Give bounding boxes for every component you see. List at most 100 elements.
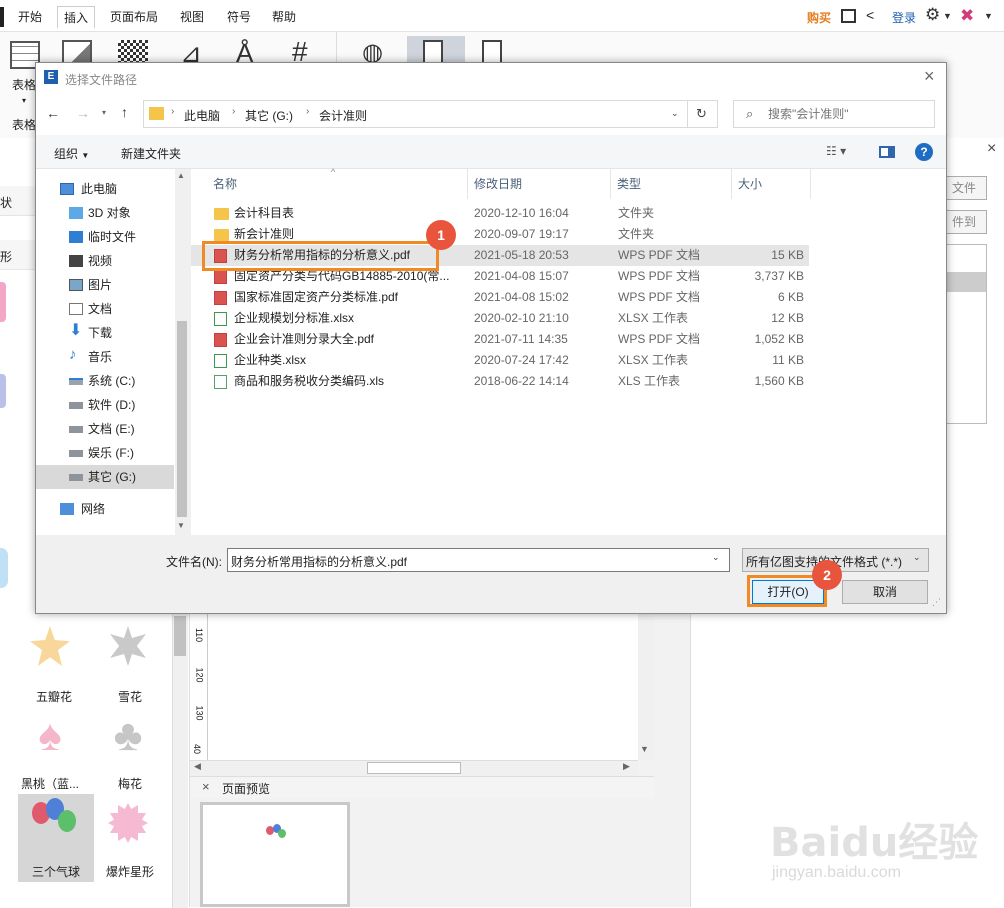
tree-item-temp-files[interactable]: 临时文件 [36,225,174,249]
shape-pink-partial[interactable] [0,282,6,322]
tree-item-drive-g[interactable]: 其它 (G:) [36,465,174,489]
tree-item-videos[interactable]: 视频 [36,249,174,273]
buy-link[interactable]: 购买 [807,9,831,26]
preview-pane-icon[interactable] [879,146,895,158]
right-panel-to-button[interactable]: 件到 [941,210,987,234]
share-icon[interactable]: < [866,7,874,23]
filename-input[interactable]: 财务分析常用指标的分析意义.pdf ⌄ [227,548,730,572]
tree-scroll-thumb[interactable] [177,321,187,517]
close-icon[interactable]: × [924,66,935,87]
scroll-down-icon[interactable]: ▼ [640,744,649,754]
filename-dropdown-icon[interactable]: ⌄ [712,552,720,563]
address-bar[interactable]: › 此电脑 › 其它 (G:) › 会计准则 ⌄ [143,100,688,128]
resize-grip-icon[interactable]: ⋰ [932,597,941,608]
tab-view[interactable]: 视图 [174,6,210,28]
shape-panel-scroll-thumb[interactable] [174,616,186,656]
file-row[interactable]: 企业规模划分标准.xlsx 2020-02-10 21:10 XLSX 工作表 12 … [191,308,809,329]
chevron-down-icon[interactable]: ▼ [943,11,952,21]
shape-blue-partial[interactable] [0,374,6,408]
tree-item-documents[interactable]: 文档 [36,297,174,321]
tree-item-music[interactable]: ♪ 音乐 [36,345,174,369]
right-panel-list-selected[interactable] [942,272,986,292]
column-header-size[interactable]: 大小 [732,169,811,199]
tree-label: 系统 (C:) [88,374,136,388]
tree-item-drive-e[interactable]: 文档 (E:) [36,417,174,441]
breadcrumb-current-folder[interactable]: 会计准则 [319,107,367,124]
tree-item-network[interactable]: 网络 [36,497,174,521]
refresh-button[interactable]: ↻ [688,100,718,128]
share-box-icon[interactable] [841,9,856,23]
canvas-vscroll[interactable] [638,614,654,760]
scroll-right-icon[interactable]: ▶ [623,761,630,772]
scroll-left-icon[interactable]: ◀ [194,761,201,772]
shape-label-five-petal: 五瓣花 [35,690,72,704]
file-row[interactable]: 国家标准固定资产分类标准.pdf 2021-04-08 15:02 WPS PDF … [191,287,809,308]
file-row[interactable]: 会计科目表 2020-12-10 16:04 文件夹 [191,203,809,224]
app-menu-handle[interactable] [0,7,4,27]
open-file-dialog: E 选择文件路径 × ← → ▾ ↑ › 此电脑 › 其它 (G:) › 会计准… [35,62,947,614]
tab-page-layout[interactable]: 页面布局 [104,6,164,28]
navigation-bar: ← → ▾ ↑ › 此电脑 › 其它 (G:) › 会计准则 ⌄ ↻ ⌕ [36,93,946,135]
close-icon-preview[interactable]: × [202,779,210,794]
table-dropdown-icon[interactable]: ▾ [22,96,26,105]
file-name: 国家标准固定资产分类标准.pdf [234,290,399,304]
drive-icon [69,474,83,481]
view-options-icon[interactable]: ☷ ▾ [826,144,846,158]
recent-chevron-icon[interactable]: ▾ [102,108,106,117]
dialog-titlebar[interactable]: E 选择文件路径 × [36,63,946,93]
five-petal-flower-shape[interactable] [30,626,70,666]
xlsx-file-icon [214,354,227,368]
tree-item-drive-c[interactable]: 系统 (C:) [36,369,174,393]
tree-scroll-down-icon[interactable]: ▼ [177,521,185,530]
file-row[interactable]: 商品和服务税收分类编码.xls 2018-06-22 14:14 XLS 工作表 1,… [191,371,809,392]
tree-item-drive-d[interactable]: 软件 (D:) [36,393,174,417]
column-header-date[interactable]: 修改日期 [468,169,611,199]
column-header-type[interactable]: 类型 [611,169,732,199]
column-header-name[interactable]: 名称 [207,169,468,199]
club-shape[interactable]: ♣ [108,714,148,758]
cancel-button[interactable]: 取消 [842,580,928,604]
organize-button[interactable]: 组织 ▼ [54,145,89,162]
tab-home[interactable]: 开始 [12,6,48,28]
help-icon[interactable]: ? [915,143,933,161]
close-icon-right-panel[interactable]: × [987,140,996,158]
login-link[interactable]: 登录 [892,9,916,26]
right-panel-file-button[interactable]: 文件 [941,176,987,200]
breadcrumb-this-pc[interactable]: 此电脑 [184,107,220,124]
tab-insert[interactable]: 插入 [57,6,96,28]
file-edit-icon[interactable] [482,40,502,64]
tree-scroll-up-icon[interactable]: ▲ [177,171,185,180]
file-row[interactable]: 企业会计准则分录大全.pdf 2021-07-11 14:35 WPS PDF 文档… [191,329,809,350]
search-input[interactable] [768,105,928,123]
chevron-down-icon-2[interactable]: ▼ [984,11,993,21]
tree-item-pictures[interactable]: 图片 [36,273,174,297]
tree-label: 下载 [88,326,113,340]
breadcrumb-drive-g[interactable]: 其它 (G:) [245,107,293,124]
tree-item-this-pc[interactable]: 此电脑 [36,177,174,201]
tree-item-3d-objects[interactable]: 3D 对象 [36,201,174,225]
file-row[interactable]: 企业种类.xlsx 2020-07-24 17:42 XLSX 工作表 11 KB [191,350,809,371]
tab-symbol[interactable]: 符号 [221,6,257,28]
drawing-canvas[interactable] [208,614,638,760]
new-folder-button[interactable]: 新建文件夹 [121,145,181,162]
up-arrow-icon[interactable]: ↑ [121,104,128,120]
page-preview-thumbnail[interactable] [200,802,350,907]
snowflake-shape[interactable] [110,626,146,666]
burst-star-shape[interactable] [108,803,148,843]
tree-item-drive-f[interactable]: 娱乐 (F:) [36,441,174,465]
address-dropdown-icon[interactable]: ⌄ [671,108,679,119]
music-icon: ♪ [69,346,77,363]
shape-circle-partial[interactable] [0,548,8,588]
back-arrow-icon[interactable]: ← [46,105,60,121]
right-panel-list[interactable] [941,244,987,424]
folder-icon [149,107,164,120]
spade-shape[interactable]: ♠ [30,714,70,758]
tree-item-downloads[interactable]: ⬇ 下载 [36,321,174,345]
file-size: 11 KB [772,353,804,367]
forward-arrow-icon[interactable]: → [76,105,90,121]
tab-help[interactable]: 帮助 [266,6,302,28]
tree-scrollbar[interactable]: ▲ ▼ [175,169,189,535]
search-box[interactable]: ⌕ [733,100,935,128]
gear-icon[interactable]: ⚙ [925,5,940,25]
canvas-hscroll-thumb[interactable] [367,762,461,774]
